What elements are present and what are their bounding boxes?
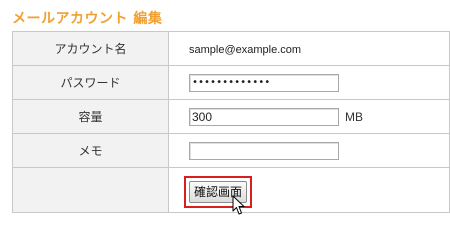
quota-unit: MB	[345, 109, 363, 124]
quota-label: 容量	[12, 99, 169, 134]
account-value: sample@example.com	[189, 43, 302, 56]
account-value-cell: sample@example.com	[168, 31, 450, 66]
mouse-pointer-icon	[232, 195, 245, 215]
account-label: アカウント名	[12, 31, 169, 66]
form-row-password: パスワード	[12, 65, 450, 100]
actions-cell: 確認画面	[168, 167, 450, 213]
page-title: メールアカウント 編集	[12, 11, 163, 27]
password-value-cell	[168, 65, 450, 100]
form-row-memo: メモ	[12, 133, 450, 168]
page: メールアカウント 編集 アカウント名 sample@example.com パス…	[0, 0, 450, 221]
form-row-actions: 確認画面	[12, 167, 450, 213]
password-field[interactable]	[189, 73, 339, 92]
memo-label: メモ	[12, 133, 169, 168]
quota-value-cell: MB	[168, 99, 450, 134]
account-edit-form: アカウント名 sample@example.com パスワード 容量 MB メモ	[12, 31, 450, 213]
form-row-quota: 容量 MB	[12, 99, 450, 134]
quota-field[interactable]	[189, 107, 339, 126]
memo-value-cell	[168, 133, 450, 168]
memo-field[interactable]	[189, 141, 339, 160]
form-row-account: アカウント名 sample@example.com	[12, 31, 450, 66]
actions-label-cell	[12, 167, 169, 213]
password-label: パスワード	[12, 65, 169, 100]
